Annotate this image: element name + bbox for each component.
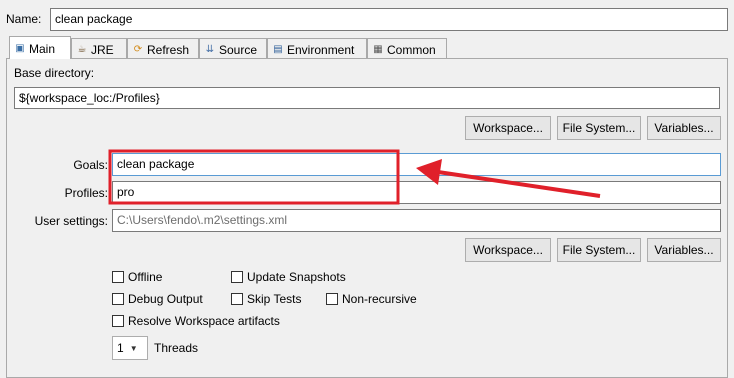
tab-jre[interactable]: ☕ JRE bbox=[71, 38, 127, 58]
tab-refresh[interactable]: ⟳ Refresh bbox=[127, 38, 199, 58]
debug-output-label: Debug Output bbox=[128, 292, 203, 306]
threads-select[interactable]: 1 ▼ bbox=[112, 336, 148, 360]
workspace-button[interactable]: Workspace... bbox=[465, 116, 551, 140]
threads-label: Threads bbox=[154, 341, 199, 355]
update-snapshots-checkbox[interactable]: Update Snapshots bbox=[231, 270, 346, 284]
profiles-input[interactable]: pro bbox=[112, 181, 721, 204]
profiles-label: Profiles: bbox=[64, 186, 108, 200]
debug-output-checkbox[interactable]: Debug Output bbox=[112, 292, 203, 306]
update-snapshots-label: Update Snapshots bbox=[247, 270, 346, 284]
debug-output-checkbox-box[interactable] bbox=[112, 293, 124, 305]
resolve-workspace-checkbox[interactable]: Resolve Workspace artifacts bbox=[112, 314, 280, 328]
offline-label: Offline bbox=[128, 270, 163, 284]
refresh-icon: ⟳ bbox=[133, 43, 143, 55]
file-system-button[interactable]: File System... bbox=[557, 116, 641, 140]
tab-environment-label: Environment bbox=[287, 42, 355, 57]
goals-label: Goals: bbox=[73, 158, 108, 172]
tab-source[interactable]: ⇊ Source bbox=[199, 38, 267, 58]
base-directory-label: Base directory: bbox=[14, 66, 95, 80]
environment-icon: ▤ bbox=[273, 43, 283, 55]
common-icon: ▦ bbox=[373, 43, 383, 55]
settings-variables-button[interactable]: Variables... bbox=[647, 238, 721, 262]
threads-value: 1 bbox=[117, 341, 124, 355]
jre-icon: ☕ bbox=[77, 43, 87, 55]
tab-main[interactable]: ▣ Main bbox=[9, 36, 71, 59]
skip-tests-checkbox-box[interactable] bbox=[231, 293, 243, 305]
user-settings-label: User settings: bbox=[34, 214, 108, 228]
tab-common-label: Common bbox=[387, 42, 436, 57]
tab-source-label: Source bbox=[219, 42, 258, 57]
resolve-workspace-label: Resolve Workspace artifacts bbox=[128, 314, 280, 328]
tab-refresh-label: Refresh bbox=[147, 42, 190, 57]
tab-common[interactable]: ▦ Common bbox=[367, 38, 447, 58]
name-label: Name: bbox=[6, 12, 42, 26]
chevron-down-icon: ▼ bbox=[129, 343, 138, 353]
resolve-workspace-checkbox-box[interactable] bbox=[112, 315, 124, 327]
settings-file-system-button[interactable]: File System... bbox=[557, 238, 641, 262]
base-directory-input[interactable]: ${workspace_loc:/Profiles} bbox=[14, 87, 720, 109]
non-recursive-label: Non-recursive bbox=[342, 292, 417, 306]
offline-checkbox[interactable]: Offline bbox=[112, 270, 162, 284]
non-recursive-checkbox-box[interactable] bbox=[326, 293, 338, 305]
skip-tests-label: Skip Tests bbox=[247, 292, 302, 306]
main-tab-icon: ▣ bbox=[15, 43, 25, 54]
update-snapshots-checkbox-box[interactable] bbox=[231, 271, 243, 283]
non-recursive-checkbox[interactable]: Non-recursive bbox=[326, 292, 417, 306]
variables-button[interactable]: Variables... bbox=[647, 116, 721, 140]
offline-checkbox-box[interactable] bbox=[112, 271, 124, 283]
source-icon: ⇊ bbox=[205, 43, 215, 55]
skip-tests-checkbox[interactable]: Skip Tests bbox=[231, 292, 301, 306]
settings-workspace-button[interactable]: Workspace... bbox=[465, 238, 551, 262]
tab-environment[interactable]: ▤ Environment bbox=[267, 38, 367, 58]
tab-main-label: Main bbox=[29, 42, 56, 56]
tab-jre-label: JRE bbox=[91, 42, 114, 57]
goals-input[interactable]: clean package bbox=[112, 153, 721, 176]
user-settings-input[interactable]: C:\Users\fendo\.m2\settings.xml bbox=[112, 209, 721, 232]
name-input[interactable]: clean package bbox=[50, 8, 728, 31]
